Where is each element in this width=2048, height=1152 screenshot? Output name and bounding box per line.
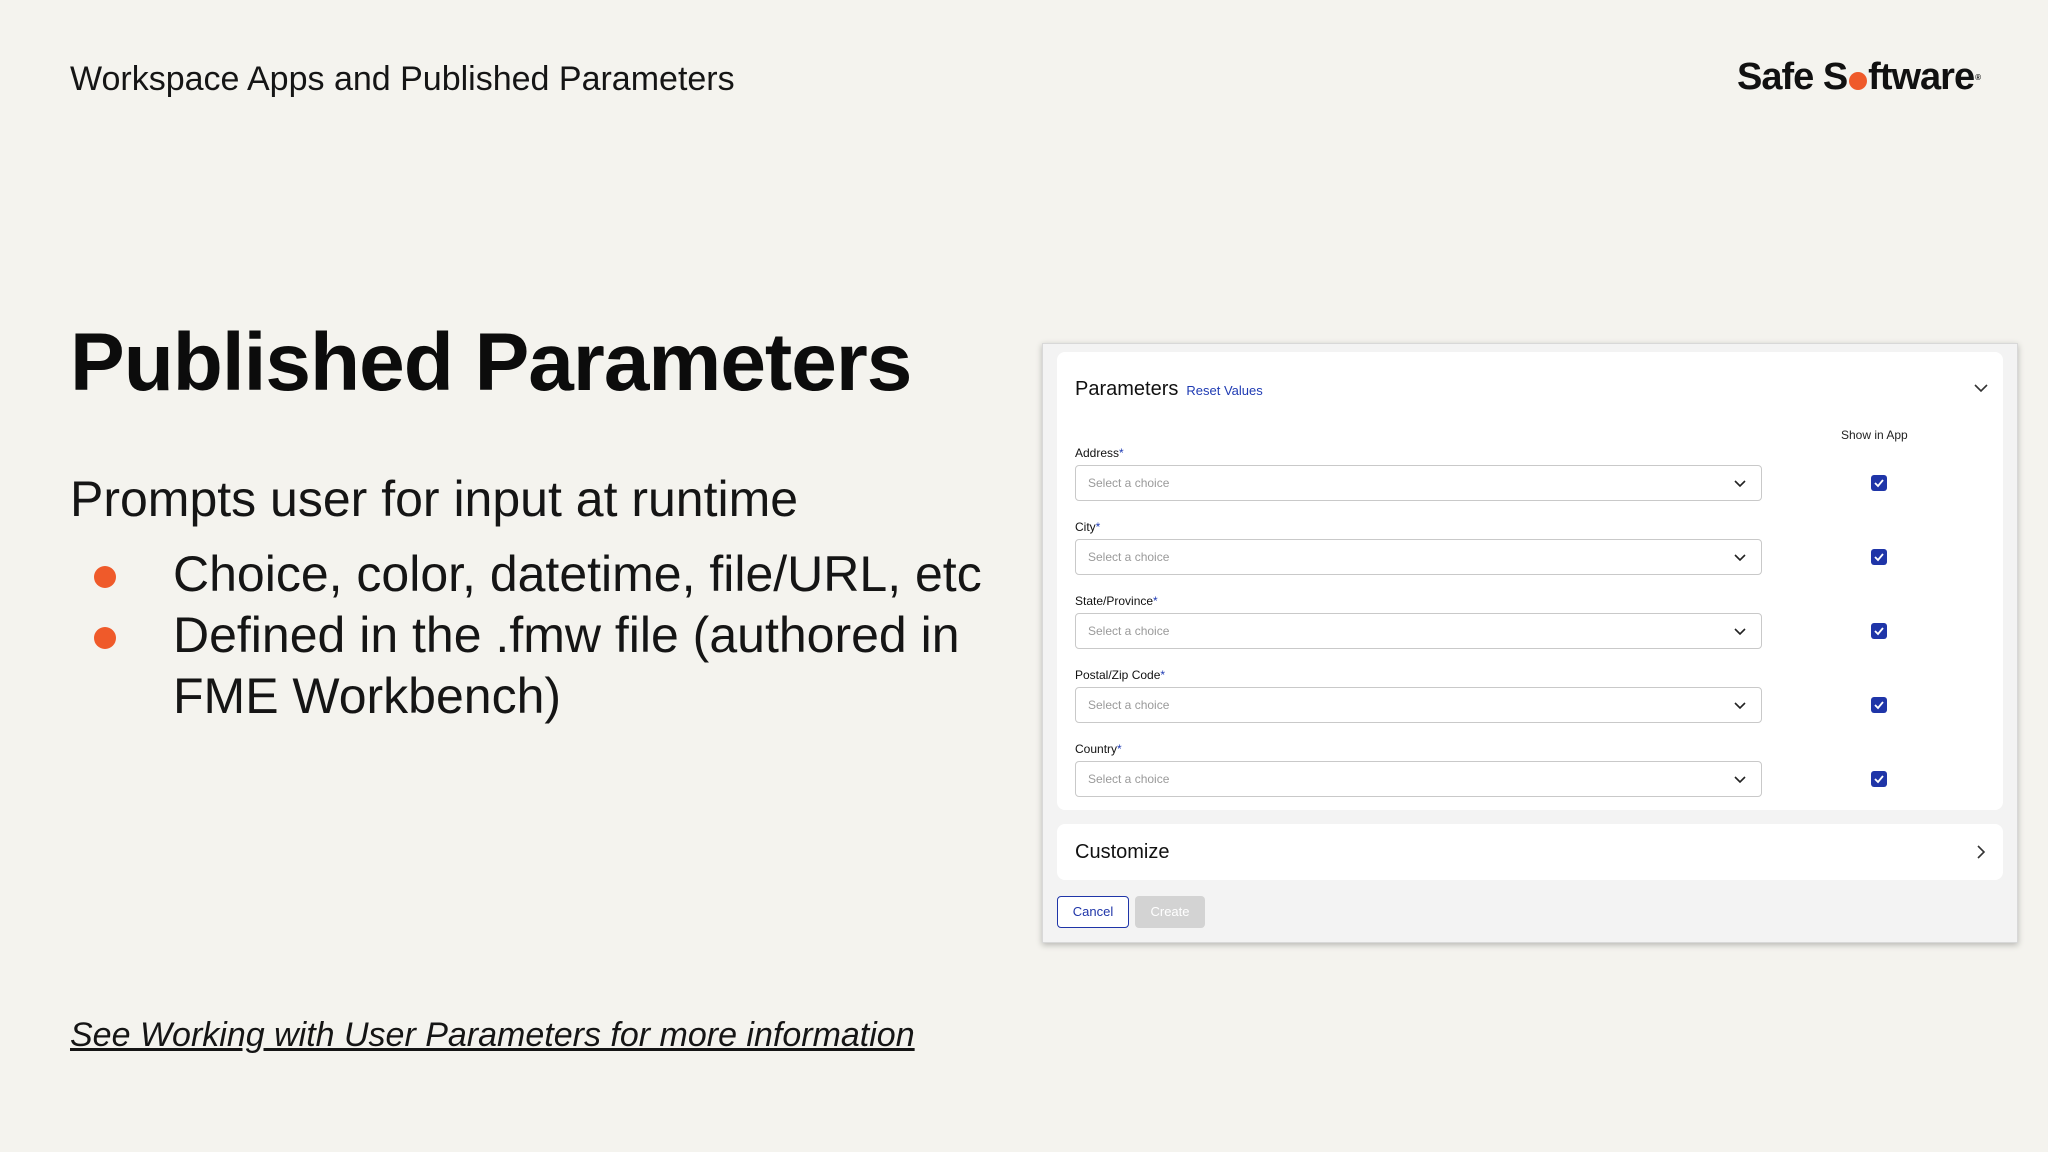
field-label-postal: Postal/Zip Code* [1075, 668, 1166, 682]
select-placeholder: Select a choice [1088, 624, 1170, 638]
bullet-dot-icon [94, 627, 116, 649]
bullet-text: Choice, color, datetime, file/URL, etc [173, 546, 982, 602]
logo-text-end: ftware [1868, 56, 1975, 98]
check-icon [1874, 553, 1884, 562]
parameters-screenshot-panel: Parameters Reset Values Show in App Addr… [1042, 343, 2018, 943]
customize-label: Customize [1075, 841, 1170, 863]
select-placeholder: Select a choice [1088, 772, 1170, 786]
field-label-state: State/Province* [1075, 594, 1158, 608]
customize-section[interactable]: Customize [1057, 824, 2003, 880]
bullet-list: Choice, color, datetime, file/URL, etc D… [70, 544, 1030, 727]
lead-text: Prompts user for input at runtime [70, 471, 799, 527]
country-show-checkbox[interactable] [1871, 771, 1887, 787]
state-select[interactable]: Select a choice [1075, 613, 1762, 649]
postal-show-checkbox[interactable] [1871, 697, 1887, 713]
field-label-country: Country* [1075, 742, 1122, 756]
bullet-text: Defined in the .fmw file (authored in FM… [173, 607, 960, 724]
chevron-up-icon[interactable] [1971, 378, 1991, 398]
user-parameters-link[interactable]: See Working with User Parameters for mor… [70, 1016, 915, 1055]
check-icon [1874, 775, 1884, 784]
logo-registered-mark: ® [1975, 73, 1981, 82]
logo-dot-icon [1849, 71, 1868, 90]
city-show-checkbox[interactable] [1871, 549, 1887, 565]
city-select[interactable]: Select a choice [1075, 539, 1762, 575]
country-select[interactable]: Select a choice [1075, 761, 1762, 797]
address-show-checkbox[interactable] [1871, 475, 1887, 491]
select-placeholder: Select a choice [1088, 550, 1170, 564]
address-select[interactable]: Select a choice [1075, 465, 1762, 501]
field-label-city: City* [1075, 520, 1101, 534]
bullet-item: Defined in the .fmw file (authored in FM… [70, 605, 1030, 727]
show-in-app-header: Show in App [1841, 428, 1908, 442]
bullet-dot-icon [94, 566, 116, 588]
select-placeholder: Select a choice [1088, 476, 1170, 490]
parameters-header: Parameters Reset Values [1075, 378, 1263, 401]
state-show-checkbox[interactable] [1871, 623, 1887, 639]
cancel-button[interactable]: Cancel [1057, 896, 1129, 928]
chevron-down-icon [1734, 776, 1746, 784]
reset-values-link[interactable]: Reset Values [1186, 383, 1262, 398]
slide-title: Published Parameters [70, 317, 912, 408]
parameters-card: Parameters Reset Values Show in App Addr… [1057, 352, 2003, 810]
create-button[interactable]: Create [1135, 896, 1205, 928]
bullet-item: Choice, color, datetime, file/URL, etc [70, 544, 1030, 605]
check-icon [1874, 627, 1884, 636]
chevron-down-icon [1734, 628, 1746, 636]
check-icon [1874, 479, 1884, 488]
parameters-title: Parameters [1075, 378, 1179, 400]
safe-software-logo: Safe S ftware ® [1737, 56, 1981, 99]
field-label-address: Address* [1075, 446, 1124, 460]
postal-select[interactable]: Select a choice [1075, 687, 1762, 723]
header-title: Workspace Apps and Published Parameters [70, 60, 735, 98]
chevron-down-icon [1734, 480, 1746, 488]
logo-text-start: Safe S [1737, 56, 1848, 98]
select-placeholder: Select a choice [1088, 698, 1170, 712]
chevron-down-icon [1734, 554, 1746, 562]
chevron-down-icon [1734, 702, 1746, 710]
chevron-right-icon [1977, 845, 1986, 859]
check-icon [1874, 701, 1884, 710]
